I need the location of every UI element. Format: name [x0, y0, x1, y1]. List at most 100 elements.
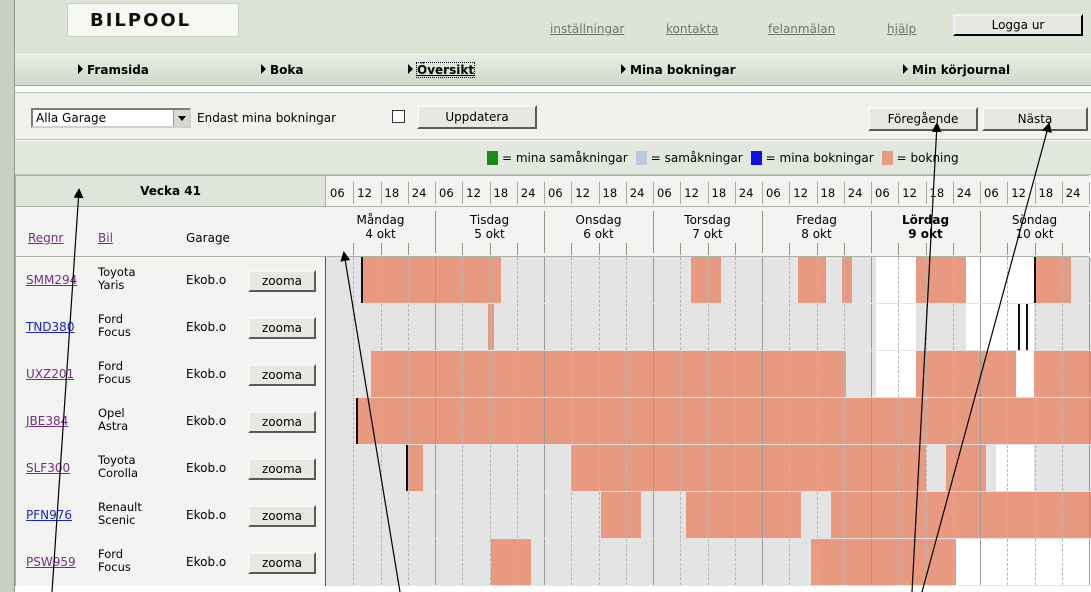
day-name: Lördag — [901, 213, 950, 227]
booking-block[interactable] — [601, 492, 641, 538]
garage-name: Ekob.o — [186, 273, 227, 287]
grid-line — [898, 492, 900, 538]
legend-swatch — [881, 151, 893, 165]
grid-line — [734, 445, 736, 491]
grid-line — [598, 492, 600, 538]
chevron-down-icon[interactable] — [173, 110, 189, 126]
grid-line — [544, 492, 545, 538]
grid-line — [1007, 398, 1009, 444]
slot-tick — [789, 243, 791, 255]
next-week-button[interactable]: Nästa — [982, 107, 1088, 131]
booking-block[interactable] — [1034, 257, 1071, 303]
hour-tick-label: 24 — [411, 186, 427, 200]
free-slot[interactable] — [966, 304, 1034, 350]
only-my-bookings-checkbox[interactable] — [392, 110, 405, 123]
nav-my-logbook[interactable]: Min körjournal — [903, 63, 1010, 77]
day-date: 6 okt — [583, 227, 614, 241]
grid-line — [407, 304, 409, 350]
grid-line — [871, 539, 872, 585]
booking-timeline[interactable] — [326, 351, 1091, 398]
booking-block[interactable] — [916, 257, 966, 303]
regnr-link[interactable]: SMM294 — [26, 273, 77, 287]
booking-block[interactable] — [361, 257, 501, 303]
free-slot[interactable] — [966, 257, 1034, 303]
zoom-button[interactable]: zooma — [248, 364, 316, 386]
grid-line — [571, 398, 573, 444]
booking-timeline[interactable] — [326, 492, 1091, 539]
col-header-bil[interactable]: Bil — [98, 231, 113, 245]
grid-line — [1007, 304, 1009, 350]
link-contact[interactable]: kontakta — [666, 22, 719, 36]
grid-line — [952, 492, 954, 538]
zoom-button[interactable]: zooma — [248, 505, 316, 527]
link-help[interactable]: hjälp — [887, 22, 916, 36]
booking-block[interactable] — [811, 539, 956, 585]
slot-tick — [925, 243, 927, 255]
booking-timeline[interactable] — [326, 398, 1091, 445]
grid-line — [1089, 257, 1090, 303]
nav-home[interactable]: Framsida — [78, 63, 149, 77]
grid-line — [598, 257, 600, 303]
day-date: 7 okt — [692, 227, 723, 241]
grid-line — [625, 445, 627, 491]
zoom-button[interactable]: zooma — [248, 458, 316, 480]
grid-line — [1061, 257, 1063, 303]
booking-block[interactable] — [691, 257, 721, 303]
free-slot[interactable] — [956, 539, 1091, 585]
logout-button[interactable]: Logga ur — [953, 14, 1083, 36]
nav-my-bookings[interactable]: Mina bokningar — [621, 63, 736, 77]
booking-block[interactable] — [916, 351, 1016, 397]
nav-overview[interactable]: Översikt — [408, 62, 476, 78]
booking-block[interactable] — [831, 492, 1091, 538]
grid-line — [653, 304, 654, 350]
grid-line — [871, 351, 872, 397]
grid-line — [1007, 445, 1009, 491]
nav-book[interactable]: Boka — [261, 63, 303, 77]
zoom-button[interactable]: zooma — [248, 270, 316, 292]
grid-line — [435, 304, 436, 350]
grid-line — [625, 257, 627, 303]
booking-timeline[interactable] — [326, 445, 1091, 492]
arrow-right-icon — [408, 64, 413, 74]
regnr-link[interactable]: UXZ201 — [26, 367, 74, 381]
free-slot[interactable] — [996, 445, 1034, 491]
booking-timeline[interactable] — [326, 539, 1091, 586]
update-button[interactable]: Uppdatera — [417, 105, 537, 129]
previous-week-button[interactable]: Föregående — [868, 107, 978, 131]
regnr-link[interactable]: PFN976 — [26, 508, 72, 522]
booking-timeline[interactable] — [326, 304, 1091, 351]
car-info: JBE384 Opel Astra Ekob.o zooma — [15, 398, 326, 445]
grid-line — [407, 398, 409, 444]
col-header-regnr[interactable]: Regnr — [28, 231, 63, 245]
booking-block[interactable] — [686, 492, 801, 538]
regnr-link[interactable]: SLF300 — [26, 461, 70, 475]
regnr-link[interactable]: JBE384 — [26, 414, 68, 428]
grid-line — [1089, 492, 1090, 538]
hour-tick-label: 24 — [520, 186, 536, 200]
booking-timeline[interactable] — [326, 257, 1091, 304]
garage-name: Ekob.o — [186, 555, 227, 569]
free-slot[interactable] — [876, 257, 916, 303]
regnr-link[interactable]: TND380 — [26, 320, 74, 334]
zoom-button[interactable]: zooma — [248, 411, 316, 433]
grid-line — [462, 492, 464, 538]
hour-separator — [925, 182, 927, 204]
regnr-link[interactable]: PSW959 — [26, 555, 76, 569]
link-settings[interactable]: inställningar — [550, 22, 624, 36]
booking-block[interactable] — [798, 257, 826, 303]
arrow-right-icon — [903, 64, 908, 74]
booking-block[interactable] — [491, 539, 531, 585]
free-slot[interactable] — [876, 304, 916, 350]
free-slot[interactable] — [876, 351, 916, 397]
zoom-button[interactable]: zooma — [248, 552, 316, 574]
grid-line — [871, 304, 872, 350]
grid-line — [680, 492, 682, 538]
grid-line — [435, 351, 436, 397]
booking-block[interactable] — [371, 351, 846, 397]
booking-block[interactable] — [571, 445, 926, 491]
link-report-fault[interactable]: felanmälan — [768, 22, 835, 36]
grid-line — [1007, 539, 1009, 585]
grid-line — [489, 539, 491, 585]
zoom-button[interactable]: zooma — [248, 317, 316, 339]
garage-select[interactable]: Alla Garage — [31, 108, 191, 128]
